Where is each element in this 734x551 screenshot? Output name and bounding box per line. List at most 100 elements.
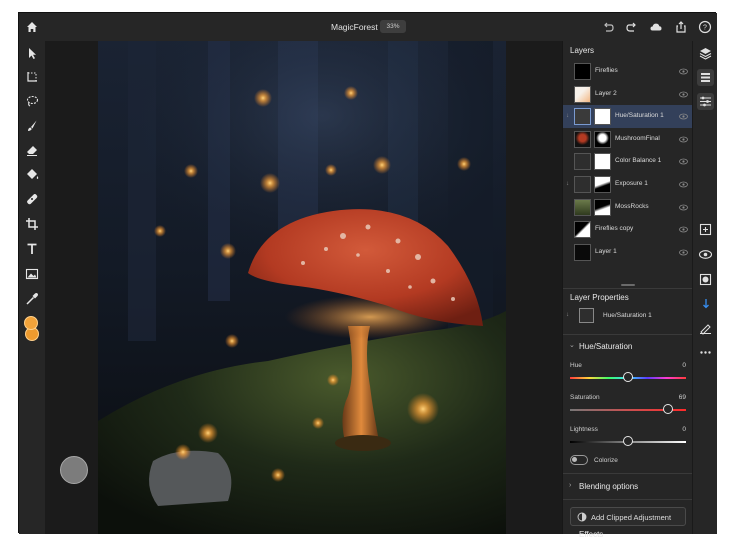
fx-icon[interactable]: [697, 320, 714, 337]
eye-icon[interactable]: [679, 158, 688, 165]
layer-thumbnail: [574, 63, 591, 80]
adjustment-thumbnail: [574, 108, 591, 126]
layer-row[interactable]: Layer 2: [563, 83, 693, 106]
healing-tool-icon[interactable]: [24, 191, 40, 207]
layer-row[interactable]: Color Balance 1: [563, 150, 693, 173]
left-toolbar: [19, 41, 45, 534]
layer-name: Fireflies copy: [595, 225, 634, 233]
layers-icon[interactable]: [697, 45, 714, 62]
layer-name: MushroomFinal: [615, 134, 660, 142]
adjustments-icon[interactable]: [697, 93, 714, 110]
chevron-right-icon[interactable]: ›: [569, 482, 571, 489]
clip-indicator-icon: ↓: [566, 113, 569, 120]
divider: [563, 499, 693, 500]
eye-icon[interactable]: [679, 204, 688, 211]
slider-label: Hue: [570, 362, 582, 369]
blending-options-header[interactable]: Blending options: [579, 482, 638, 491]
artwork-canvas[interactable]: [98, 41, 506, 534]
mushroom-artwork: [98, 41, 506, 534]
properties-layer-name: Hue/Saturation 1: [603, 312, 652, 319]
eye-icon[interactable]: [679, 226, 688, 233]
mask-icon[interactable]: [697, 271, 714, 288]
mask-thumbnail: [594, 108, 611, 126]
document-title[interactable]: MagicForest: [331, 22, 378, 32]
add-clipped-adjustment-button[interactable]: Add Clipped Adjustment: [570, 507, 686, 526]
colorize-toggle[interactable]: [570, 455, 588, 465]
mask-thumbnail: [594, 176, 611, 193]
layer-name: Hue/Saturation 1: [615, 112, 664, 120]
layer-row[interactable]: MushroomFinal: [563, 128, 693, 151]
layer-name: Exposure 1: [615, 180, 648, 187]
eye-icon[interactable]: [679, 181, 688, 188]
slider-label: Lightness: [570, 426, 598, 433]
hue-saturation-section-header[interactable]: Hue/Saturation: [579, 342, 632, 351]
eye-icon[interactable]: [679, 249, 688, 256]
layer-thumbnail: [574, 198, 591, 216]
divider: [563, 288, 693, 289]
effects-section-header[interactable]: Effects: [579, 530, 603, 539]
layer-row[interactable]: Fireflies: [563, 60, 693, 83]
text-tool-icon[interactable]: [24, 241, 40, 257]
eraser-tool-icon[interactable]: [24, 142, 40, 158]
eye-icon[interactable]: [679, 136, 688, 143]
adjustment-thumbnail: [574, 153, 591, 171]
layer-row[interactable]: Fireflies copy: [563, 218, 693, 241]
mask-thumbnail: [594, 130, 611, 148]
share-icon[interactable]: [674, 20, 688, 34]
layer-properties-title: Layer Properties: [570, 293, 629, 302]
layer-row-selected[interactable]: ↓ Hue/Saturation 1: [563, 105, 693, 128]
adjustment-layer-icon: [579, 308, 594, 323]
layer-row[interactable]: MossRocks: [563, 196, 693, 219]
lasso-select-tool-icon[interactable]: [24, 93, 40, 109]
layer-name: MossRocks: [615, 202, 649, 210]
home-icon[interactable]: [25, 20, 39, 34]
canvas-area[interactable]: [45, 41, 562, 534]
visibility-icon[interactable]: [697, 246, 714, 263]
layer-name: Layer 2: [595, 89, 617, 97]
zoom-level[interactable]: 33%: [380, 20, 406, 33]
divider: [563, 473, 693, 474]
eyedropper-tool-icon[interactable]: [24, 291, 40, 307]
clip-indicator-icon: ↓: [566, 181, 569, 187]
layers-title: Layers: [570, 46, 595, 55]
chevron-down-icon[interactable]: ⌄: [569, 341, 575, 349]
top-bar: MagicForest 33% ?: [19, 13, 717, 41]
saturation-slider-knob[interactable]: [663, 404, 674, 414]
clip-indicator-icon: ↓: [566, 312, 569, 318]
panel-resize-handle[interactable]: [621, 284, 635, 286]
clip-icon[interactable]: [697, 296, 714, 313]
fill-tool-icon[interactable]: [24, 166, 40, 182]
svg-text:?: ?: [703, 25, 707, 32]
layer-stack-icon[interactable]: [697, 69, 714, 86]
layer-thumbnail: [574, 221, 591, 239]
crop-tool-icon[interactable]: [24, 216, 40, 232]
colorize-label: Colorize: [594, 457, 618, 464]
redo-icon[interactable]: [625, 20, 639, 34]
hue-slider-knob[interactable]: [623, 372, 633, 382]
layer-name: Layer 1: [595, 247, 617, 255]
brush-tool-icon[interactable]: [24, 118, 40, 134]
layer-thumbnail: [574, 243, 591, 261]
undo-icon[interactable]: [601, 20, 615, 34]
layer-name: Color Balance 1: [615, 157, 662, 165]
add-layer-icon[interactable]: [697, 221, 714, 238]
layers-panel: Layers Fireflies Layer 2 ↓ Hue/Saturatio…: [562, 41, 693, 539]
place-image-tool-icon[interactable]: [24, 266, 40, 282]
divider: [563, 334, 693, 335]
cloud-icon[interactable]: [649, 20, 663, 34]
foreground-color-swatch[interactable]: [24, 316, 38, 330]
eye-icon[interactable]: [679, 113, 688, 120]
lightness-slider-knob[interactable]: [623, 436, 633, 446]
help-icon[interactable]: ?: [698, 20, 712, 34]
layer-row[interactable]: ↓ Exposure 1: [563, 173, 693, 196]
add-clipped-adjustment-label: Add Clipped Adjustment: [591, 513, 672, 522]
eye-icon[interactable]: [679, 91, 688, 98]
move-tool-icon[interactable]: [24, 45, 40, 61]
transform-tool-icon[interactable]: [24, 69, 40, 85]
more-icon[interactable]: [697, 344, 714, 361]
touch-shortcut-button[interactable]: [60, 456, 88, 484]
layer-row[interactable]: Layer 1: [563, 241, 693, 264]
right-toolbar: [692, 41, 717, 534]
eye-icon[interactable]: [679, 68, 688, 75]
mask-thumbnail: [594, 198, 611, 216]
